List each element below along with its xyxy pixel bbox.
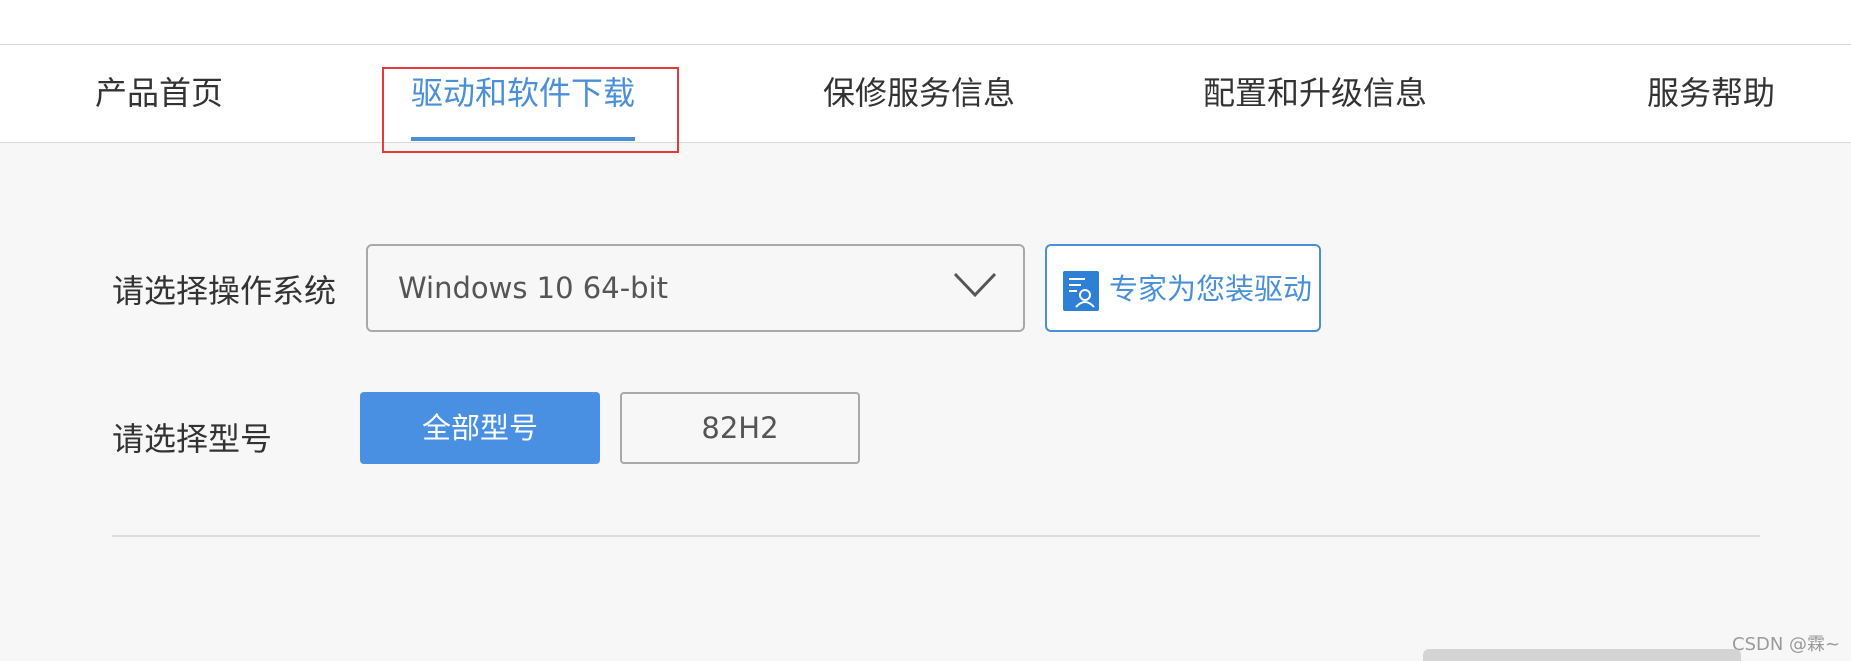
expert-install-driver-button[interactable]: 专家为您装驱动: [1045, 244, 1321, 332]
top-strip: [0, 0, 1851, 45]
all-models-button[interactable]: 全部型号: [360, 392, 600, 464]
tab-label: 保修服务信息: [823, 74, 1016, 112]
os-dropdown[interactable]: Windows 10 64-bit: [366, 244, 1025, 332]
tab-product-home[interactable]: 产品首页: [95, 45, 223, 143]
tab-label: 产品首页: [95, 74, 224, 112]
tab-label: 服务帮助: [1647, 74, 1776, 112]
tab-label: 驱动和软件下载: [411, 74, 636, 112]
model-82h2-button[interactable]: 82H2: [620, 392, 860, 464]
os-dropdown-value: Windows 10 64-bit: [398, 271, 668, 305]
tab-drivers-software-download[interactable]: 驱动和软件下载: [411, 45, 636, 143]
os-select-label: 请选择操作系统: [112, 272, 337, 310]
tab-service-help[interactable]: 服务帮助: [1647, 45, 1775, 143]
tab-configuration-upgrade-info[interactable]: 配置和升级信息: [1203, 45, 1427, 143]
tab-label: 配置和升级信息: [1203, 74, 1428, 112]
product-nav-bar: 产品首页 驱动和软件下载 保修服务信息 配置和升级信息 服务帮助: [0, 45, 1851, 143]
expert-button-label: 专家为您装驱动: [1109, 272, 1313, 306]
chevron-down-icon: [953, 272, 997, 298]
model-select-label: 请选择型号: [112, 420, 273, 458]
watermark-text: CSDN @霖~: [1732, 634, 1841, 655]
horizontal-scrollbar-thumb[interactable]: [1423, 649, 1741, 661]
document-person-icon: [1063, 271, 1099, 311]
active-tab-underline: [411, 137, 636, 141]
section-divider: [112, 535, 1760, 537]
tab-warranty-service-info[interactable]: 保修服务信息: [823, 45, 1015, 143]
